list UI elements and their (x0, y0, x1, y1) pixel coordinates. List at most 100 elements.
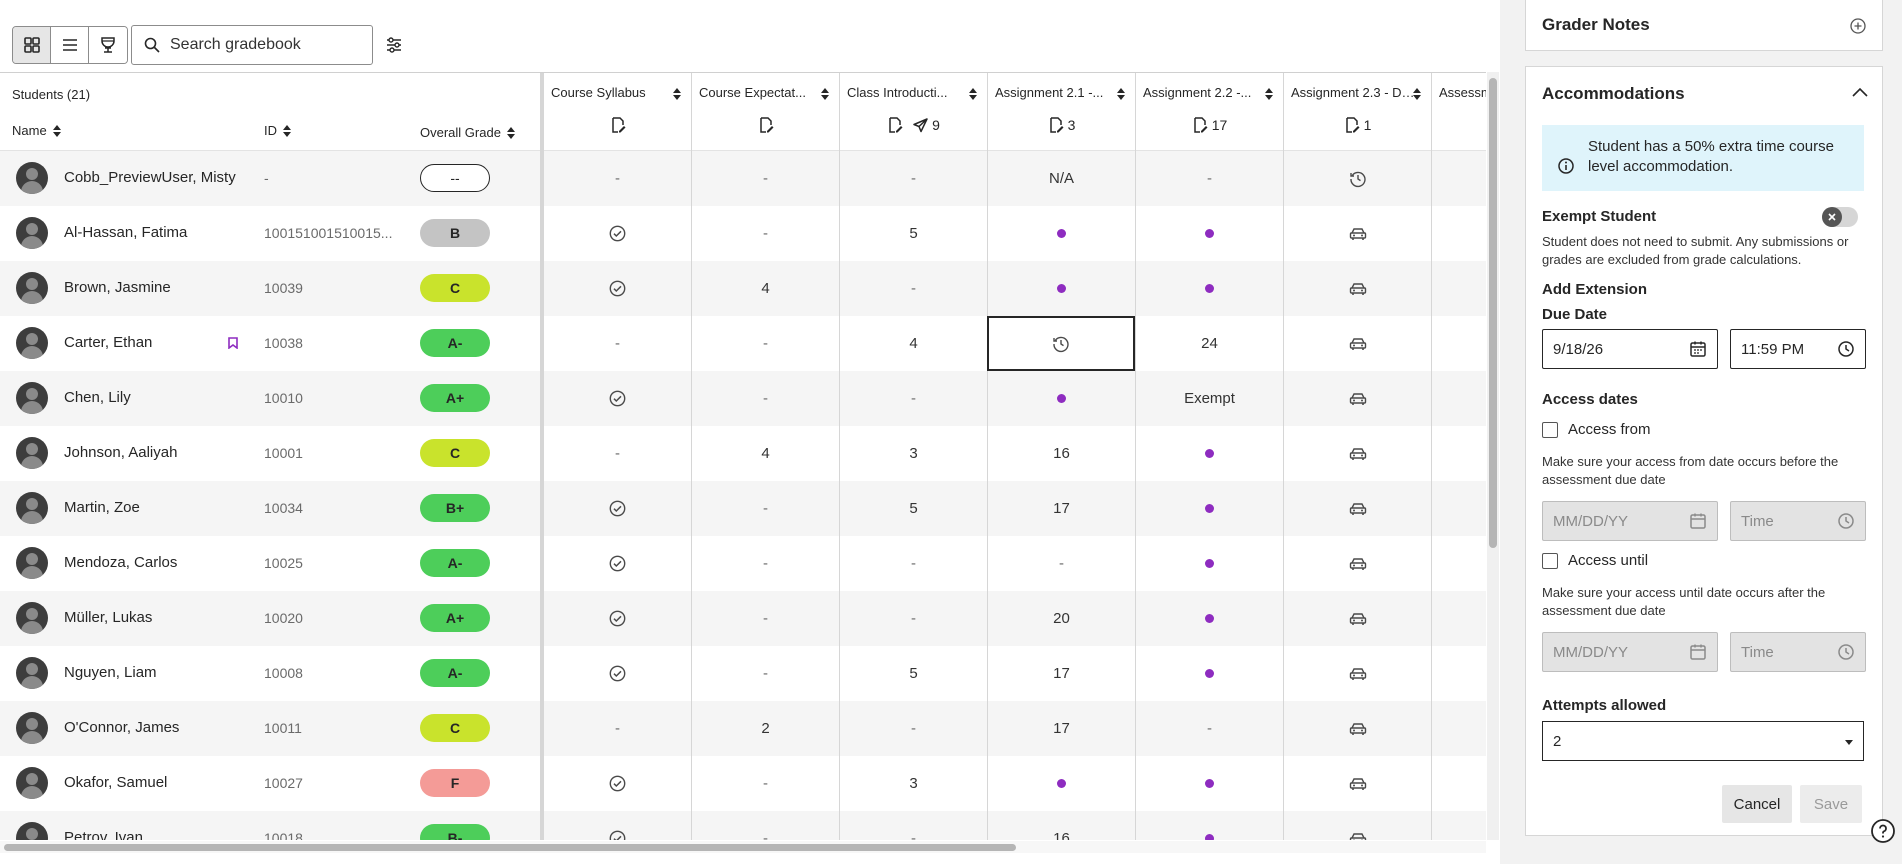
student-name[interactable]: Martin, Zoe (64, 499, 140, 516)
grade-cell[interactable]: - (691, 756, 839, 811)
student-name[interactable]: Cobb_PreviewUser, Misty (64, 169, 236, 186)
access-from-date-input[interactable]: MM/DD/YY (1542, 501, 1718, 541)
access-until-checkbox[interactable] (1542, 552, 1558, 569)
grade-cell[interactable]: - (839, 591, 987, 646)
overall-grade-pill[interactable]: B+ (420, 494, 490, 522)
grade-cell[interactable] (543, 756, 691, 811)
add-circle-icon[interactable] (1850, 18, 1866, 34)
grade-cell[interactable]: - (839, 261, 987, 316)
exempt-student-toggle[interactable] (1822, 207, 1858, 227)
overall-grade-column-header[interactable]: Overall Grade (420, 125, 515, 140)
grade-cell[interactable] (1135, 536, 1283, 591)
grade-cell[interactable] (1431, 261, 1486, 316)
chevron-up-icon[interactable] (1852, 87, 1868, 97)
overall-grade-pill[interactable]: B- (420, 824, 490, 840)
grade-cell[interactable] (1283, 371, 1431, 426)
search-input[interactable] (170, 36, 360, 54)
grade-cell[interactable] (543, 591, 691, 646)
grade-cell[interactable]: - (543, 316, 691, 371)
grade-cell[interactable] (987, 371, 1135, 426)
grade-cell[interactable] (1283, 701, 1431, 756)
grade-cell[interactable] (1431, 591, 1486, 646)
grade-cell[interactable] (543, 481, 691, 536)
student-name[interactable]: Carter, Ethan (64, 334, 152, 351)
grade-cell[interactable] (1135, 811, 1283, 840)
grade-cell[interactable] (1431, 756, 1486, 811)
grade-cell[interactable]: 17 (987, 481, 1135, 536)
table-row[interactable]: Cobb_PreviewUser, Misty - -- - - - N/A - (0, 151, 1486, 206)
grade-cell[interactable] (1135, 481, 1283, 536)
grade-cell[interactable]: 5 (839, 646, 987, 701)
grid-view-button[interactable] (13, 27, 51, 63)
overall-grade-pill[interactable]: B (420, 219, 490, 247)
column-header-1[interactable]: Course Expectat... (691, 73, 839, 151)
grade-cell[interactable] (1431, 371, 1486, 426)
overall-grade-pill[interactable]: A- (420, 549, 490, 577)
grade-cell[interactable] (1283, 261, 1431, 316)
grade-cell[interactable] (987, 261, 1135, 316)
grade-cell[interactable] (987, 316, 1135, 371)
table-row[interactable]: Chen, Lily 10010 A+ - - Exempt (0, 371, 1486, 426)
overall-grade-pill[interactable]: C (420, 274, 490, 302)
table-row[interactable]: Carter, Ethan 10038 A- - -4 24 (0, 316, 1486, 371)
grade-cell[interactable] (1431, 481, 1486, 536)
grade-cell[interactable] (1431, 536, 1486, 591)
access-until-date-input[interactable]: MM/DD/YY (1542, 632, 1718, 672)
grade-cell[interactable] (1135, 646, 1283, 701)
grade-cell[interactable]: - (839, 371, 987, 426)
grade-cell[interactable] (1431, 316, 1486, 371)
save-button[interactable]: Save (1800, 785, 1862, 823)
grade-cell[interactable]: Exempt (1135, 371, 1283, 426)
grade-cell[interactable] (1135, 206, 1283, 261)
clock-icon[interactable] (1837, 340, 1855, 358)
grader-notes-section[interactable]: Grader Notes (1525, 0, 1883, 51)
table-row[interactable]: Petrov, Ivan 10018 B- - -16 (0, 811, 1486, 840)
grade-cell[interactable]: 3 (839, 426, 987, 481)
calendar-icon[interactable] (1689, 340, 1707, 358)
grade-cell[interactable]: - (691, 151, 839, 206)
overall-grade-pill[interactable]: A+ (420, 384, 490, 412)
grade-cell[interactable]: - (691, 536, 839, 591)
grade-cell[interactable]: - (839, 536, 987, 591)
column-header-2[interactable]: Class Introducti... 9 (839, 73, 987, 151)
access-from-time-input[interactable]: Time (1730, 501, 1866, 541)
column-header-3[interactable]: Assignment 2.1 -... 3 (987, 73, 1135, 151)
overall-grade-pill[interactable]: C (420, 714, 490, 742)
table-row[interactable]: Al-Hassan, Fatima 100151001510015... B -5 (0, 206, 1486, 261)
grade-cell[interactable] (1283, 316, 1431, 371)
table-row[interactable]: Martin, Zoe 10034 B+ -5 17 (0, 481, 1486, 536)
overall-grade-pill[interactable]: A+ (420, 604, 490, 632)
grade-cell[interactable] (543, 536, 691, 591)
grade-cell[interactable] (1135, 261, 1283, 316)
grade-cell[interactable]: - (543, 426, 691, 481)
access-until-time-input[interactable]: Time (1730, 632, 1866, 672)
grade-cell[interactable] (1431, 701, 1486, 756)
grade-cell[interactable]: - (691, 646, 839, 701)
list-view-button[interactable] (51, 27, 89, 63)
grade-cell[interactable] (543, 371, 691, 426)
student-name[interactable]: Brown, Jasmine (64, 279, 171, 296)
table-row[interactable]: Okafor, Samuel 10027 F -3 (0, 756, 1486, 811)
grade-cell[interactable] (1283, 756, 1431, 811)
grade-cell[interactable] (1431, 426, 1486, 481)
grade-cell[interactable]: - (691, 371, 839, 426)
grade-cell[interactable]: - (543, 151, 691, 206)
grade-cell[interactable]: - (987, 536, 1135, 591)
student-name[interactable]: O'Connor, James (64, 719, 179, 736)
grade-cell[interactable]: - (691, 591, 839, 646)
grade-cell[interactable] (987, 756, 1135, 811)
due-time-input[interactable]: 11:59 PM (1730, 329, 1866, 369)
grade-cell[interactable]: 17 (987, 646, 1135, 701)
grade-cell[interactable] (1283, 481, 1431, 536)
student-name[interactable]: Johnson, Aaliyah (64, 444, 177, 461)
grade-cell[interactable] (1283, 151, 1431, 206)
student-name[interactable]: Nguyen, Liam (64, 664, 157, 681)
grade-cell[interactable] (1283, 426, 1431, 481)
overall-grade-pill[interactable]: A- (420, 329, 490, 357)
grade-cell[interactable]: 4 (839, 316, 987, 371)
student-name[interactable]: Okafor, Samuel (64, 774, 167, 791)
id-column-header[interactable]: ID (264, 123, 291, 138)
grade-cell[interactable] (543, 811, 691, 840)
grade-cell[interactable]: 16 (987, 811, 1135, 840)
grade-cell[interactable] (543, 646, 691, 701)
